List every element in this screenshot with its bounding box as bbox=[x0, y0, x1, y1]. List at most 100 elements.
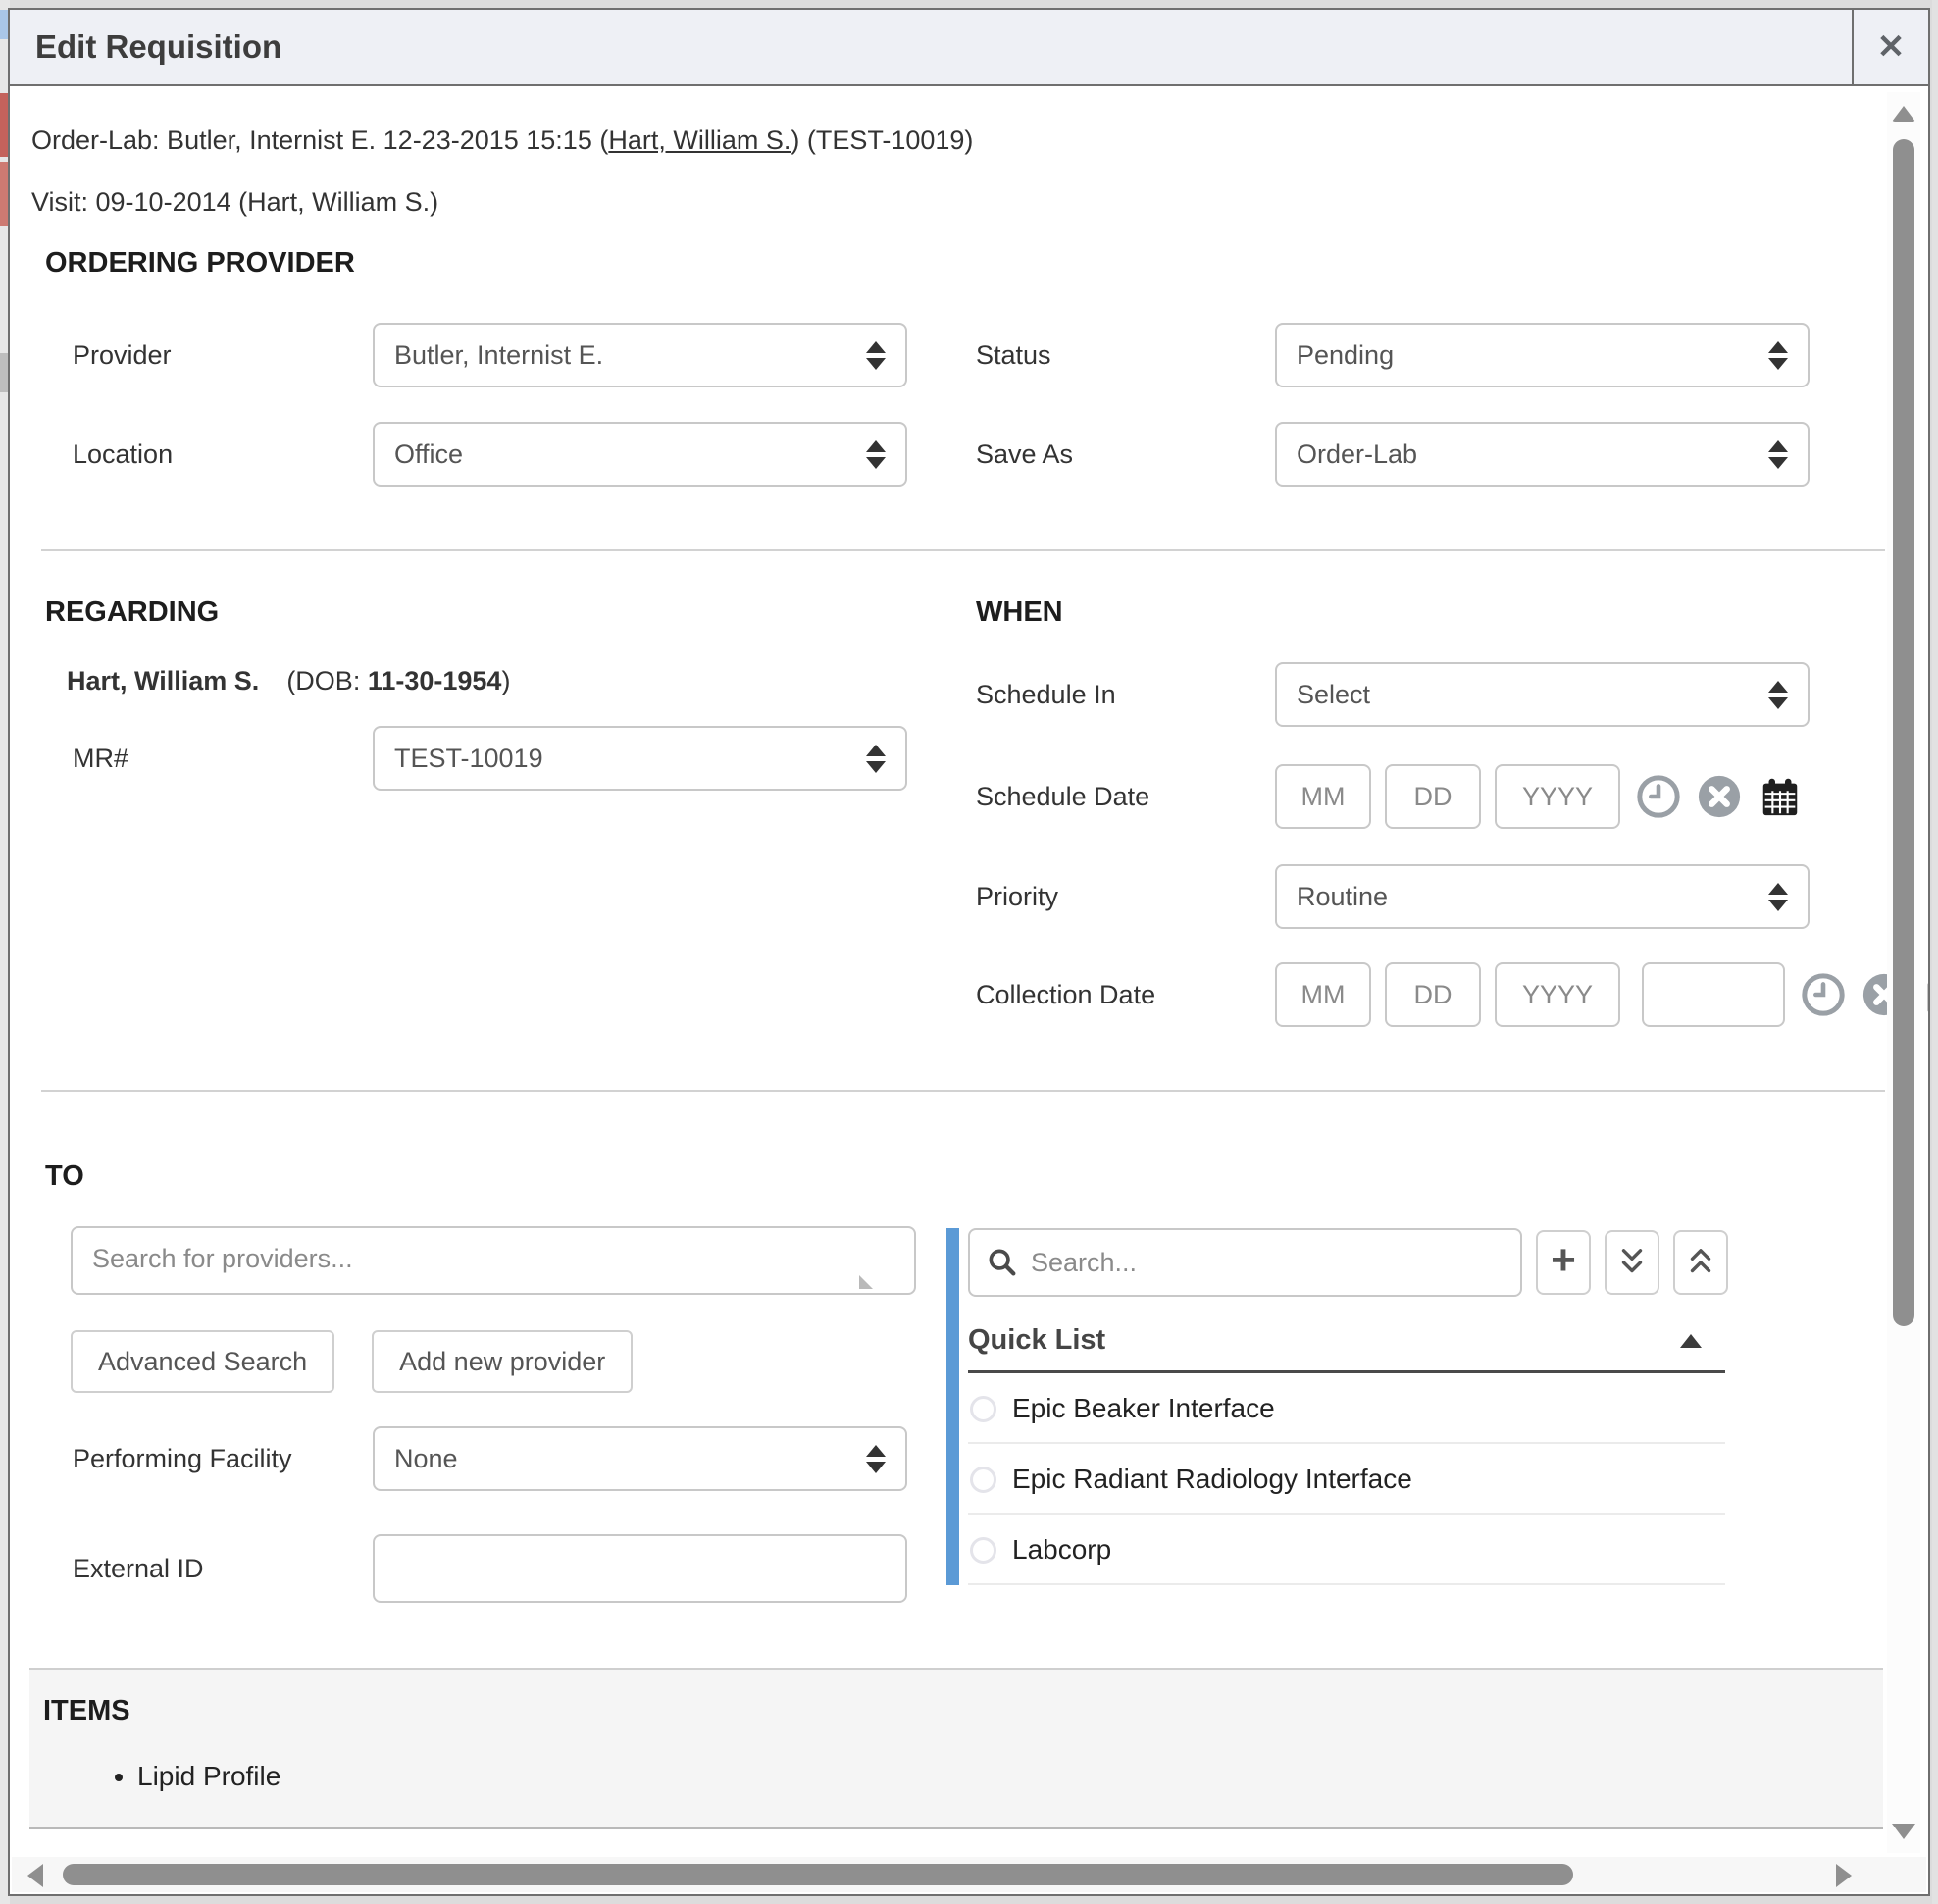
collection-date-calendar-icon[interactable] bbox=[1922, 972, 1928, 1017]
collapse-all-button[interactable] bbox=[1605, 1230, 1659, 1295]
scroll-down-arrow-icon[interactable] bbox=[1892, 1824, 1915, 1839]
collection-time-input[interactable] bbox=[1642, 962, 1785, 1027]
background-page-sliver bbox=[1932, 0, 1938, 1904]
schedule-in-select[interactable]: Select bbox=[1275, 662, 1810, 727]
dialog-header: Edit Requisition ✕ bbox=[10, 10, 1928, 86]
search-icon bbox=[986, 1246, 1019, 1279]
select-caret-icon bbox=[866, 341, 886, 370]
schedule-date-calendar-icon[interactable] bbox=[1758, 774, 1803, 819]
save-as-select[interactable]: Order-Lab bbox=[1275, 422, 1810, 487]
quick-list-title: Quick List bbox=[968, 1324, 1105, 1357]
schedule-month-input[interactable] bbox=[1275, 764, 1371, 829]
regarding-when-section: REGARDING Hart, William S.(DOB: 11-30-19… bbox=[31, 551, 1873, 1027]
collapse-triangle-icon bbox=[1680, 1334, 1702, 1348]
provider-select[interactable]: Butler, Internist E. bbox=[373, 323, 907, 387]
schedule-in-label: Schedule In bbox=[976, 680, 1275, 710]
mr-select[interactable]: TEST-10019 bbox=[373, 726, 907, 791]
quick-list-panel: + Quick List bbox=[946, 1228, 1741, 1585]
dialog-body: Order-Lab: Butler, Internist E. 12-23-20… bbox=[10, 88, 1928, 1857]
external-id-row: External ID bbox=[31, 1534, 946, 1603]
resize-grip-icon[interactable] bbox=[859, 1275, 873, 1289]
plus-icon: + bbox=[1551, 1239, 1576, 1282]
collection-date-row: Collection Date bbox=[946, 962, 1928, 1027]
provider-label: Provider bbox=[73, 340, 373, 371]
status-select[interactable]: Pending bbox=[1275, 323, 1810, 387]
quick-list-header[interactable]: Quick List bbox=[968, 1324, 1725, 1373]
horizontal-scrollbar-thumb[interactable] bbox=[63, 1864, 1573, 1885]
double-chevron-down-icon bbox=[1617, 1246, 1647, 1279]
schedule-time-clock-icon[interactable] bbox=[1636, 774, 1681, 819]
order-summary-line: Order-Lab: Butler, Internist E. 12-23-20… bbox=[31, 126, 1873, 156]
location-label: Location bbox=[73, 439, 373, 470]
location-select[interactable]: Office bbox=[373, 422, 907, 487]
quick-list-search-input[interactable] bbox=[1031, 1248, 1504, 1278]
schedule-in-row: Schedule In Select bbox=[946, 662, 1928, 727]
location-saveas-row: Location Office Save As Order-Lab bbox=[31, 422, 1873, 487]
radio-icon[interactable] bbox=[970, 1467, 996, 1493]
ordering-provider-heading: ORDERING PROVIDER bbox=[45, 247, 1873, 280]
patient-link[interactable]: Hart, William S. bbox=[608, 126, 790, 155]
select-caret-icon bbox=[1768, 440, 1788, 469]
item-lipid-profile: Lipid Profile bbox=[137, 1761, 1883, 1792]
radio-icon[interactable] bbox=[970, 1537, 996, 1564]
scroll-left-arrow-icon[interactable] bbox=[27, 1864, 43, 1887]
select-caret-icon bbox=[866, 1445, 886, 1473]
select-caret-icon bbox=[866, 745, 886, 773]
provider-search-textarea[interactable] bbox=[71, 1226, 916, 1295]
schedule-year-input[interactable] bbox=[1495, 764, 1620, 829]
dialog-title: Edit Requisition bbox=[10, 28, 281, 66]
performing-facility-label: Performing Facility bbox=[73, 1441, 373, 1476]
select-caret-icon bbox=[866, 440, 886, 469]
to-section: Advanced Search Add new provider Perform… bbox=[31, 1226, 1873, 1603]
priority-select[interactable]: Routine bbox=[1275, 864, 1810, 929]
select-caret-icon bbox=[1768, 883, 1788, 911]
schedule-date-clear-icon[interactable] bbox=[1697, 774, 1742, 819]
visit-summary-line: Visit: 09-10-2014 (Hart, William S.) bbox=[31, 187, 1873, 218]
collection-year-input[interactable] bbox=[1495, 962, 1620, 1027]
quick-list-item[interactable]: Epic Radiant Radiology Interface bbox=[968, 1444, 1725, 1515]
regarding-column: REGARDING Hart, William S.(DOB: 11-30-19… bbox=[31, 551, 946, 1027]
schedule-date-label: Schedule Date bbox=[976, 782, 1275, 812]
performing-facility-row: Performing Facility None bbox=[31, 1426, 946, 1491]
mr-row: MR# TEST-10019 bbox=[31, 726, 946, 791]
advanced-search-button[interactable]: Advanced Search bbox=[71, 1330, 334, 1393]
quick-list-search[interactable] bbox=[968, 1228, 1522, 1297]
priority-label: Priority bbox=[976, 882, 1275, 912]
close-icon: ✕ bbox=[1877, 27, 1906, 67]
regarding-heading: REGARDING bbox=[45, 596, 946, 629]
quick-list-item[interactable]: Labcorp bbox=[968, 1515, 1725, 1585]
external-id-label: External ID bbox=[73, 1554, 373, 1584]
mr-label: MR# bbox=[73, 744, 373, 774]
select-caret-icon bbox=[1768, 681, 1788, 709]
when-heading: WHEN bbox=[976, 596, 1928, 629]
horizontal-scrollbar[interactable] bbox=[12, 1857, 1926, 1892]
vertical-scrollbar[interactable] bbox=[1887, 92, 1920, 1853]
vertical-scrollbar-thumb[interactable] bbox=[1893, 139, 1914, 1326]
provider-status-row: Provider Butler, Internist E. Status Pen… bbox=[31, 323, 1873, 387]
edit-requisition-dialog: Edit Requisition ✕ Order-Lab: Butler, In… bbox=[8, 8, 1930, 1896]
collection-month-input[interactable] bbox=[1275, 962, 1371, 1027]
scroll-right-arrow-icon[interactable] bbox=[1836, 1864, 1852, 1887]
schedule-date-row: Schedule Date bbox=[946, 764, 1928, 829]
save-as-label: Save As bbox=[976, 439, 1275, 470]
schedule-day-input[interactable] bbox=[1385, 764, 1481, 829]
to-left-column: Advanced Search Add new provider Perform… bbox=[31, 1226, 946, 1603]
collection-time-clock-icon[interactable] bbox=[1801, 972, 1846, 1017]
external-id-input[interactable] bbox=[373, 1534, 907, 1603]
close-button[interactable]: ✕ bbox=[1852, 10, 1928, 84]
to-heading: TO bbox=[45, 1160, 1873, 1193]
section-divider bbox=[41, 1090, 1885, 1092]
radio-icon[interactable] bbox=[970, 1396, 996, 1422]
status-label: Status bbox=[976, 340, 1275, 371]
add-recipient-button[interactable]: + bbox=[1536, 1230, 1591, 1295]
performing-facility-select[interactable]: None bbox=[373, 1426, 907, 1491]
scroll-up-arrow-icon[interactable] bbox=[1892, 106, 1915, 122]
collection-day-input[interactable] bbox=[1385, 962, 1481, 1027]
collection-date-label: Collection Date bbox=[976, 980, 1275, 1010]
select-caret-icon bbox=[1768, 341, 1788, 370]
expand-all-button[interactable] bbox=[1673, 1230, 1728, 1295]
add-new-provider-button[interactable]: Add new provider bbox=[372, 1330, 633, 1393]
priority-row: Priority Routine bbox=[946, 864, 1928, 929]
quick-list-item[interactable]: Epic Beaker Interface bbox=[968, 1373, 1725, 1444]
items-heading: ITEMS bbox=[43, 1695, 1883, 1727]
